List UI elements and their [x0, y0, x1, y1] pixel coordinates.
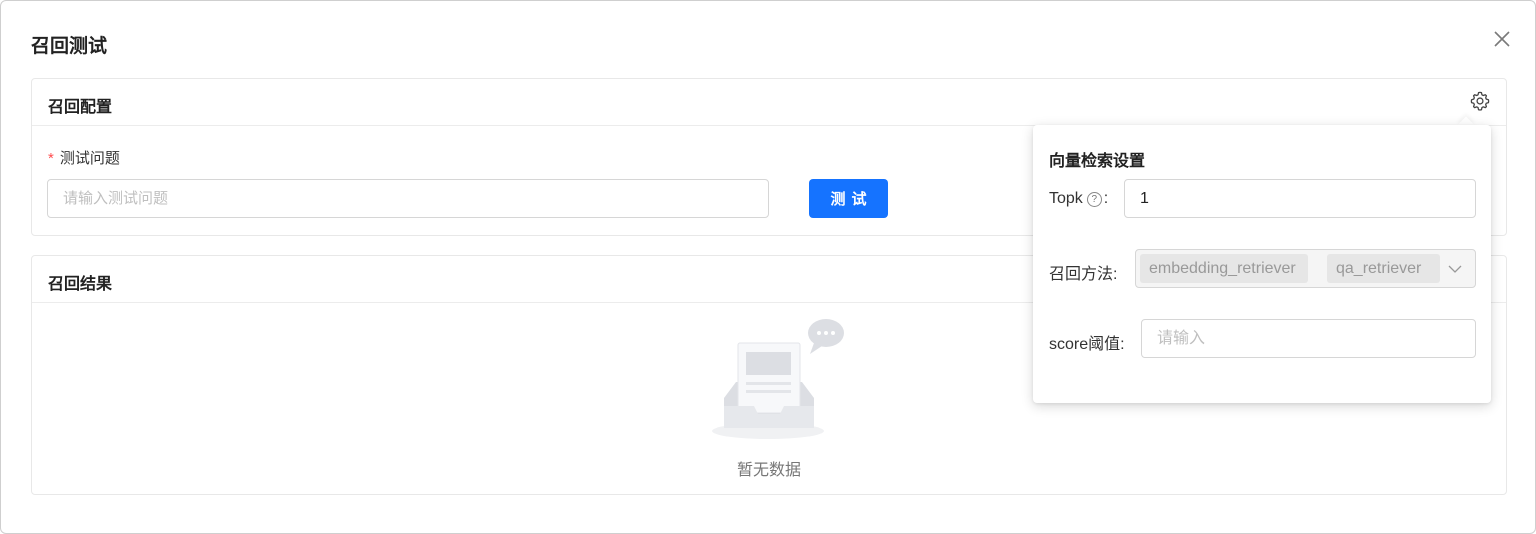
- score-label: score阈值:: [1049, 336, 1125, 353]
- method-label: 召回方法:: [1049, 266, 1118, 283]
- recall-config-header: 召回配置: [32, 79, 1506, 126]
- dialog-title: 召回测试: [31, 36, 108, 57]
- topk-input[interactable]: [1124, 179, 1476, 218]
- empty-inbox-icon: [712, 319, 844, 439]
- method-select[interactable]: embedding_retriever qa_retriever: [1135, 249, 1476, 288]
- method-tag-qa: qa_retriever: [1327, 254, 1440, 283]
- topk-label-text: Topk: [1049, 190, 1083, 207]
- recall-config-title: 召回配置: [48, 99, 113, 116]
- topk-label: Topk?:: [1049, 190, 1108, 208]
- test-button[interactable]: 测试: [809, 179, 888, 218]
- recall-results-title: 召回结果: [48, 276, 113, 293]
- question-label: * 测试问题: [48, 147, 120, 168]
- close-icon[interactable]: [1491, 28, 1513, 50]
- popover-title: 向量检索设置: [1049, 153, 1146, 170]
- score-threshold-input[interactable]: [1141, 319, 1476, 358]
- question-input[interactable]: [47, 179, 769, 218]
- topk-colon: :: [1103, 190, 1109, 207]
- chevron-down-icon: [1448, 265, 1462, 273]
- required-mark: *: [48, 150, 54, 167]
- method-tag-embedding: embedding_retriever: [1140, 254, 1308, 283]
- gear-icon[interactable]: [1469, 90, 1491, 112]
- question-circle-icon[interactable]: ?: [1086, 192, 1102, 207]
- empty-text: 暂无数据: [736, 462, 801, 479]
- question-label-text: 测试问题: [59, 150, 120, 167]
- vector-search-settings-popover: 向量检索设置 Topk?: 召回方法: embedding_retriever …: [1033, 125, 1491, 403]
